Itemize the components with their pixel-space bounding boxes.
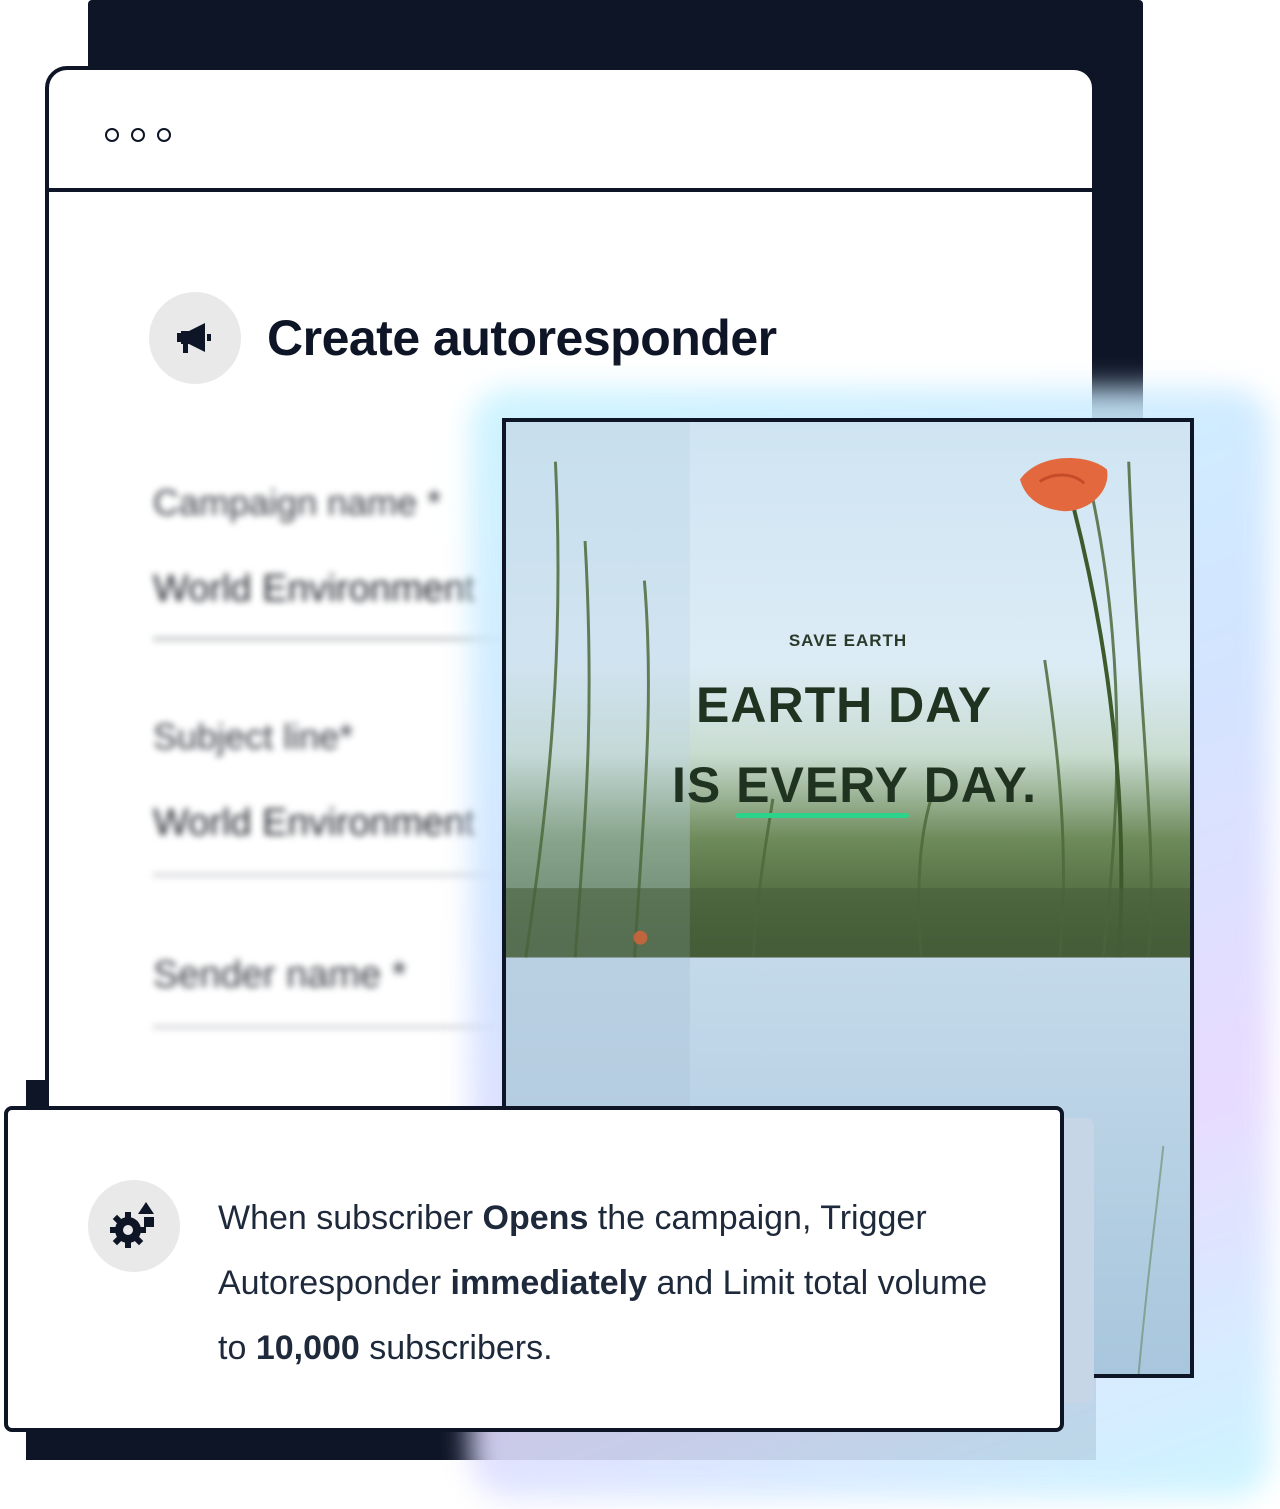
- trigger-event: Opens: [482, 1199, 589, 1237]
- preview-headline-line1: EARTH DAY: [696, 677, 993, 733]
- headline-highlight: EVERY: [736, 757, 909, 818]
- gear-shapes-icon: [88, 1180, 180, 1272]
- trigger-text: When subscriber: [218, 1199, 483, 1237]
- trigger-limit: 10,000: [255, 1329, 360, 1367]
- headline-text: IS: [672, 757, 737, 813]
- preview-eyebrow: SAVE EARTH: [788, 631, 908, 650]
- trigger-summary-card: When subscriber Opens the campaign, Trig…: [4, 1106, 1064, 1432]
- headline-text: DAY.: [908, 757, 1038, 813]
- titlebar-divider: [49, 188, 1092, 192]
- megaphone-icon: [149, 292, 241, 384]
- trigger-description: When subscriber Opens the campaign, Trig…: [218, 1186, 1018, 1381]
- window-dot[interactable]: [157, 128, 171, 142]
- window-dot[interactable]: [131, 128, 145, 142]
- window-controls: [105, 128, 171, 142]
- window-dot[interactable]: [105, 128, 119, 142]
- preview-headline-line2: IS EVERY DAY.: [672, 756, 1038, 818]
- page-header: Create autoresponder: [149, 292, 777, 384]
- page-title: Create autoresponder: [267, 310, 777, 366]
- trigger-text: subscribers.: [359, 1329, 553, 1367]
- trigger-timing: immediately: [450, 1264, 648, 1302]
